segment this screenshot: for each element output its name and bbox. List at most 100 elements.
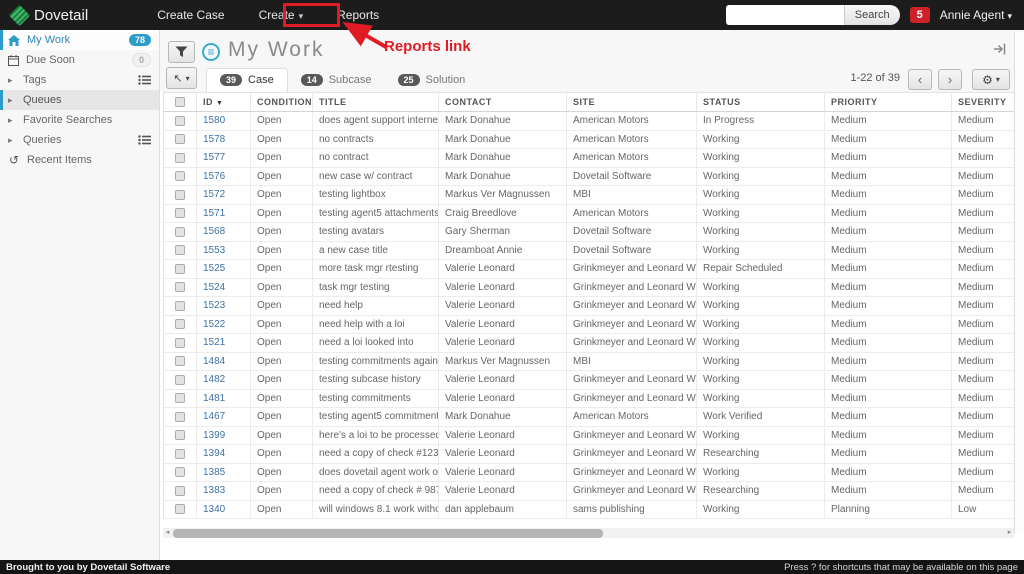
row-checkbox[interactable] xyxy=(175,448,185,459)
row-checkbox[interactable] xyxy=(175,226,185,237)
row-checkbox[interactable] xyxy=(175,282,185,293)
row-checkbox[interactable] xyxy=(175,319,185,330)
row-checkbox[interactable] xyxy=(175,485,185,496)
row-checkbox[interactable] xyxy=(175,263,185,274)
actions-dropdown-button[interactable]: ↖ ▾ xyxy=(166,67,197,89)
row-checkbox[interactable] xyxy=(175,171,185,182)
col-header-title[interactable]: TITLE xyxy=(312,92,439,112)
sidebar-item-recent-items[interactable]: ↺ Recent Items xyxy=(0,150,159,170)
horizontal-scrollbar[interactable]: ◂ ▸ xyxy=(163,528,1014,538)
settings-gear-button[interactable]: ⚙ ▾ xyxy=(972,69,1010,90)
case-id-link[interactable]: 1571 xyxy=(203,208,225,219)
row-checkbox[interactable] xyxy=(175,152,185,163)
case-id-link[interactable]: 1578 xyxy=(203,134,225,145)
priority-cell: Medium xyxy=(824,481,952,501)
search-button[interactable]: Search xyxy=(843,5,900,25)
col-header-id[interactable]: ID ▼ xyxy=(196,92,251,112)
row-checkbox[interactable] xyxy=(175,208,185,219)
scroll-left-icon[interactable]: ◂ xyxy=(163,528,172,538)
sidebar-item-tags[interactable]: ▸ Tags xyxy=(0,70,159,90)
case-id-link[interactable]: 1572 xyxy=(203,189,225,200)
list-icon[interactable] xyxy=(138,135,151,145)
table-row: 1467 Open testing agent5 commitments Mar… xyxy=(163,407,1015,427)
row-checkbox[interactable] xyxy=(175,134,185,145)
case-id-link[interactable]: 1580 xyxy=(203,115,225,126)
case-id-link[interactable]: 1525 xyxy=(203,263,225,274)
home-icon xyxy=(8,34,20,46)
status-cell: Working xyxy=(696,352,825,371)
severity-cell: Medium xyxy=(951,315,1015,334)
sidebar-item-queues[interactable]: ▸ Queues xyxy=(0,90,159,110)
tab-solution[interactable]: 25 Solution xyxy=(385,68,479,92)
case-id-link[interactable]: 1383 xyxy=(203,485,225,496)
list-view-icon[interactable]: ≡ xyxy=(202,43,220,61)
status-cell: Working xyxy=(696,185,825,205)
row-checkbox[interactable] xyxy=(175,467,185,478)
case-id-link[interactable]: 1385 xyxy=(203,467,225,478)
case-id-link[interactable]: 1481 xyxy=(203,393,225,404)
col-header-severity[interactable]: SEVERITY xyxy=(951,92,1015,112)
case-id-link[interactable]: 1484 xyxy=(203,356,225,367)
col-header-priority[interactable]: PRIORITY xyxy=(824,92,952,112)
row-checkbox[interactable] xyxy=(175,356,185,367)
search-input[interactable] xyxy=(725,5,844,25)
select-all-checkbox[interactable] xyxy=(175,97,185,108)
nav-create-case[interactable]: Create Case xyxy=(140,0,241,30)
case-id-link[interactable]: 1553 xyxy=(203,245,225,256)
tab-case[interactable]: 39 Case xyxy=(206,68,288,92)
case-id-link[interactable]: 1568 xyxy=(203,226,225,237)
sidebar-item-my-work[interactable]: My Work 78 xyxy=(0,30,159,50)
list-icon[interactable] xyxy=(138,75,151,85)
case-id-link[interactable]: 1394 xyxy=(203,448,225,459)
col-header-site[interactable]: SITE xyxy=(566,92,697,112)
brand-name: Dovetail xyxy=(34,6,89,24)
row-checkbox[interactable] xyxy=(175,430,185,441)
nav-reports[interactable]: Reports xyxy=(320,0,396,30)
scroll-right-icon[interactable]: ▸ xyxy=(1005,528,1014,538)
row-checkbox[interactable] xyxy=(175,115,185,126)
filter-button[interactable] xyxy=(168,41,195,63)
row-checkbox[interactable] xyxy=(175,411,185,422)
collapse-panel-icon[interactable] xyxy=(993,43,1006,55)
row-checkbox[interactable] xyxy=(175,189,185,200)
site-cell: American Motors xyxy=(566,130,697,149)
user-menu[interactable]: Annie Agent ▾ xyxy=(940,8,1012,22)
tab-subcase[interactable]: 14 Subcase xyxy=(288,68,385,92)
row-checkbox[interactable] xyxy=(175,504,185,515)
row-checkbox[interactable] xyxy=(175,337,185,348)
next-page-button[interactable]: › xyxy=(938,69,962,90)
case-id-link[interactable]: 1467 xyxy=(203,411,225,422)
page-title: My Work xyxy=(228,38,325,61)
site-cell: Grinkmeyer and Leonard Wealth M xyxy=(566,481,697,501)
table-row: 1340 Open will windows 8.1 work without … xyxy=(163,500,1015,519)
row-checkbox[interactable] xyxy=(175,393,185,404)
row-checkbox[interactable] xyxy=(175,374,185,385)
col-header-condition[interactable]: CONDITION xyxy=(250,92,313,112)
contact-cell: Valerie Leonard xyxy=(438,278,567,297)
case-id-link[interactable]: 1482 xyxy=(203,374,225,385)
col-header-status[interactable]: STATUS xyxy=(696,92,825,112)
sidebar-item-queries[interactable]: ▸ Queries xyxy=(0,130,159,150)
sidebar-item-due-soon[interactable]: Due Soon 0 xyxy=(0,50,159,70)
row-checkbox[interactable] xyxy=(175,300,185,311)
case-id-link[interactable]: 1521 xyxy=(203,337,225,348)
contact-cell: Valerie Leonard xyxy=(438,333,567,353)
case-id-link[interactable]: 1524 xyxy=(203,282,225,293)
status-cell: Researching xyxy=(696,444,825,464)
col-header-contact[interactable]: CONTACT xyxy=(438,92,567,112)
case-id-link[interactable]: 1577 xyxy=(203,152,225,163)
case-id-link[interactable]: 1399 xyxy=(203,430,225,441)
brand[interactable]: Dovetail xyxy=(0,4,100,26)
sidebar-item-favorite-searches[interactable]: ▸ Favorite Searches xyxy=(0,110,159,130)
vertical-scrollbar[interactable] xyxy=(1014,32,1024,534)
notification-badge[interactable]: 5 xyxy=(909,7,930,23)
case-id-link[interactable]: 1576 xyxy=(203,171,225,182)
prev-page-button[interactable]: ‹ xyxy=(908,69,932,90)
nav-create-dropdown[interactable]: Create ▾ xyxy=(242,0,321,30)
title-cell: a new case title xyxy=(312,241,439,260)
case-id-link[interactable]: 1523 xyxy=(203,300,225,311)
row-checkbox[interactable] xyxy=(175,245,185,256)
case-id-link[interactable]: 1522 xyxy=(203,319,225,330)
case-id-link[interactable]: 1340 xyxy=(203,504,225,515)
scrollbar-thumb[interactable] xyxy=(173,528,603,538)
